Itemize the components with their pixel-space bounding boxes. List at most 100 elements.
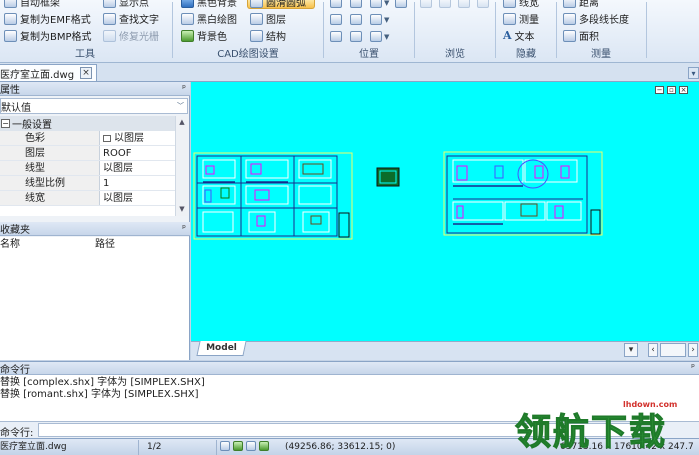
property-row-color[interactable]: 色彩 以图层: [0, 131, 175, 146]
scroll-right-icon[interactable]: ›: [688, 343, 698, 357]
background-color-button[interactable]: 背景色: [181, 28, 227, 43]
show-points-button[interactable]: 显示点: [103, 0, 149, 9]
property-value[interactable]: 以图层: [100, 161, 175, 175]
properties-object-select[interactable]: 默认值 ﹀: [0, 98, 188, 114]
delete-icon[interactable]: [477, 0, 489, 8]
drawing-canvas[interactable]: [191, 82, 699, 341]
zoom-extents-icon[interactable]: [330, 14, 342, 25]
properties-panel-header: 属性 ᵖ: [0, 82, 190, 96]
zoom-in-icon[interactable]: [370, 0, 382, 8]
scroll-up-icon[interactable]: ▲: [176, 116, 188, 128]
drawing-sheet-left: [193, 152, 353, 240]
forward-icon[interactable]: [439, 0, 451, 8]
zoom-row: ▼: [330, 29, 389, 44]
close-icon[interactable]: ×: [80, 67, 93, 79]
orbit-icon[interactable]: [330, 31, 342, 42]
lineweight-toggle[interactable]: 线宽: [503, 0, 539, 9]
view-icon[interactable]: [370, 31, 382, 42]
black-white-icon: [181, 12, 194, 25]
collapse-icon[interactable]: −: [1, 119, 10, 128]
scroll-left-icon[interactable]: ‹: [648, 343, 658, 357]
property-value[interactable]: 1: [100, 176, 175, 190]
property-key: 线宽: [0, 191, 100, 205]
properties-category[interactable]: − 一般设置: [0, 116, 175, 131]
close-icon[interactable]: ×: [679, 86, 688, 94]
fit-icon[interactable]: [350, 14, 362, 25]
zoom-previous-icon[interactable]: [350, 31, 362, 42]
property-value[interactable]: ROOF: [100, 146, 175, 160]
layout-tab-strip: [191, 341, 699, 360]
black-white-button[interactable]: 黑白绘图: [181, 11, 237, 26]
property-row-linetype[interactable]: 线型 以图层: [0, 161, 175, 176]
pan-icon[interactable]: [330, 0, 342, 8]
polyline-icon: [563, 12, 576, 25]
horizontal-scroll-track[interactable]: [660, 343, 686, 357]
favorites-column-path[interactable]: 路径: [95, 237, 115, 252]
command-panel-title: 命令行: [0, 364, 30, 376]
group-divider: [323, 2, 324, 58]
zoom-out-icon[interactable]: [370, 14, 382, 25]
points-icon: [103, 0, 116, 8]
status-divider: [138, 440, 139, 455]
frame-icon: [4, 0, 17, 8]
rotate-icon[interactable]: [395, 0, 408, 8]
property-key: 色彩: [0, 131, 100, 145]
text-toggle[interactable]: A 文本: [503, 28, 535, 43]
copy-icon[interactable]: [458, 0, 470, 8]
smooth-arc-button[interactable]: 圆滑圆弧: [250, 0, 306, 9]
chevron-down-icon[interactable]: ▼: [384, 33, 389, 41]
command-history-line: 替换 [complex.shx] 字体为 [SIMPLEX.SHX]: [0, 377, 205, 388]
layers-button[interactable]: 图层: [250, 11, 286, 26]
watermark-url: lhdown.com: [623, 400, 678, 409]
property-value[interactable]: 以图层: [100, 191, 175, 205]
polyline-length-button[interactable]: 多段线长度: [563, 11, 629, 26]
status-page: 1/2: [147, 442, 162, 452]
status-divider: [216, 440, 217, 455]
bg-color-icon: [181, 29, 194, 42]
find-text-button[interactable]: 查找文字: [103, 11, 159, 26]
property-row-lineweight[interactable]: 线宽 以图层: [0, 191, 175, 206]
auto-frame-button[interactable]: 自动框架: [4, 0, 60, 9]
area-button[interactable]: 面积: [563, 28, 599, 43]
snap-icon[interactable]: [220, 441, 230, 451]
structure-button[interactable]: 结构: [250, 28, 286, 43]
structure-icon: [250, 29, 263, 42]
distance-button[interactable]: 距离: [563, 0, 599, 9]
chevron-down-icon[interactable]: ▼: [384, 0, 389, 7]
pin-icon[interactable]: ᵖ: [182, 224, 186, 234]
group-divider: [414, 2, 415, 58]
measure-toggle[interactable]: 测量: [503, 11, 539, 26]
chevron-down-icon[interactable]: ▾: [624, 343, 638, 357]
copy-emf-button[interactable]: 复制为EMF格式: [4, 11, 91, 26]
property-row-layer[interactable]: 图层 ROOF: [0, 146, 175, 161]
pin-icon[interactable]: ᵖ: [182, 84, 186, 94]
fix-raster-button[interactable]: 修复光栅: [103, 28, 159, 43]
black-background-button[interactable]: 黑色背景: [181, 0, 237, 9]
minimize-icon[interactable]: −: [655, 86, 664, 94]
layers-icon: [250, 12, 263, 25]
ribbon: 自动框架 复制为EMF格式 复制为BMP格式 显示点 查找文字 修复光栅 工具 …: [0, 0, 699, 63]
zoom-window-icon[interactable]: [350, 0, 362, 8]
model-tab[interactable]: Model: [196, 341, 247, 356]
scroll-down-icon[interactable]: ▼: [176, 203, 188, 215]
ribbon-collapse-icon[interactable]: ▾: [688, 67, 699, 79]
hide-group-label: 隐藏: [516, 49, 536, 60]
properties-scrollbar[interactable]: ▲ ▼: [175, 116, 188, 216]
browse-group-label: 浏览: [445, 49, 465, 60]
grid-icon[interactable]: [233, 441, 243, 451]
pencil-icon[interactable]: [259, 441, 269, 451]
property-value[interactable]: 以图层: [100, 131, 175, 145]
chevron-down-icon[interactable]: ▼: [384, 16, 389, 24]
property-row-linetype-scale[interactable]: 线型比例 1: [0, 176, 175, 191]
pin-icon[interactable]: ᵖ: [691, 363, 695, 373]
property-key: 线型: [0, 161, 100, 175]
document-tab[interactable]: 医疗室立面.dwg ×: [0, 64, 98, 81]
favorites-column-name[interactable]: 名称: [0, 237, 20, 252]
restore-icon[interactable]: ▫: [667, 86, 676, 94]
find-text-icon: [103, 12, 116, 25]
favorites-list[interactable]: 名称 路径: [0, 237, 189, 360]
area-icon: [563, 29, 576, 42]
back-icon[interactable]: [420, 0, 432, 8]
ortho-icon[interactable]: [246, 441, 256, 451]
copy-bmp-button[interactable]: 复制为BMP格式: [4, 28, 92, 43]
